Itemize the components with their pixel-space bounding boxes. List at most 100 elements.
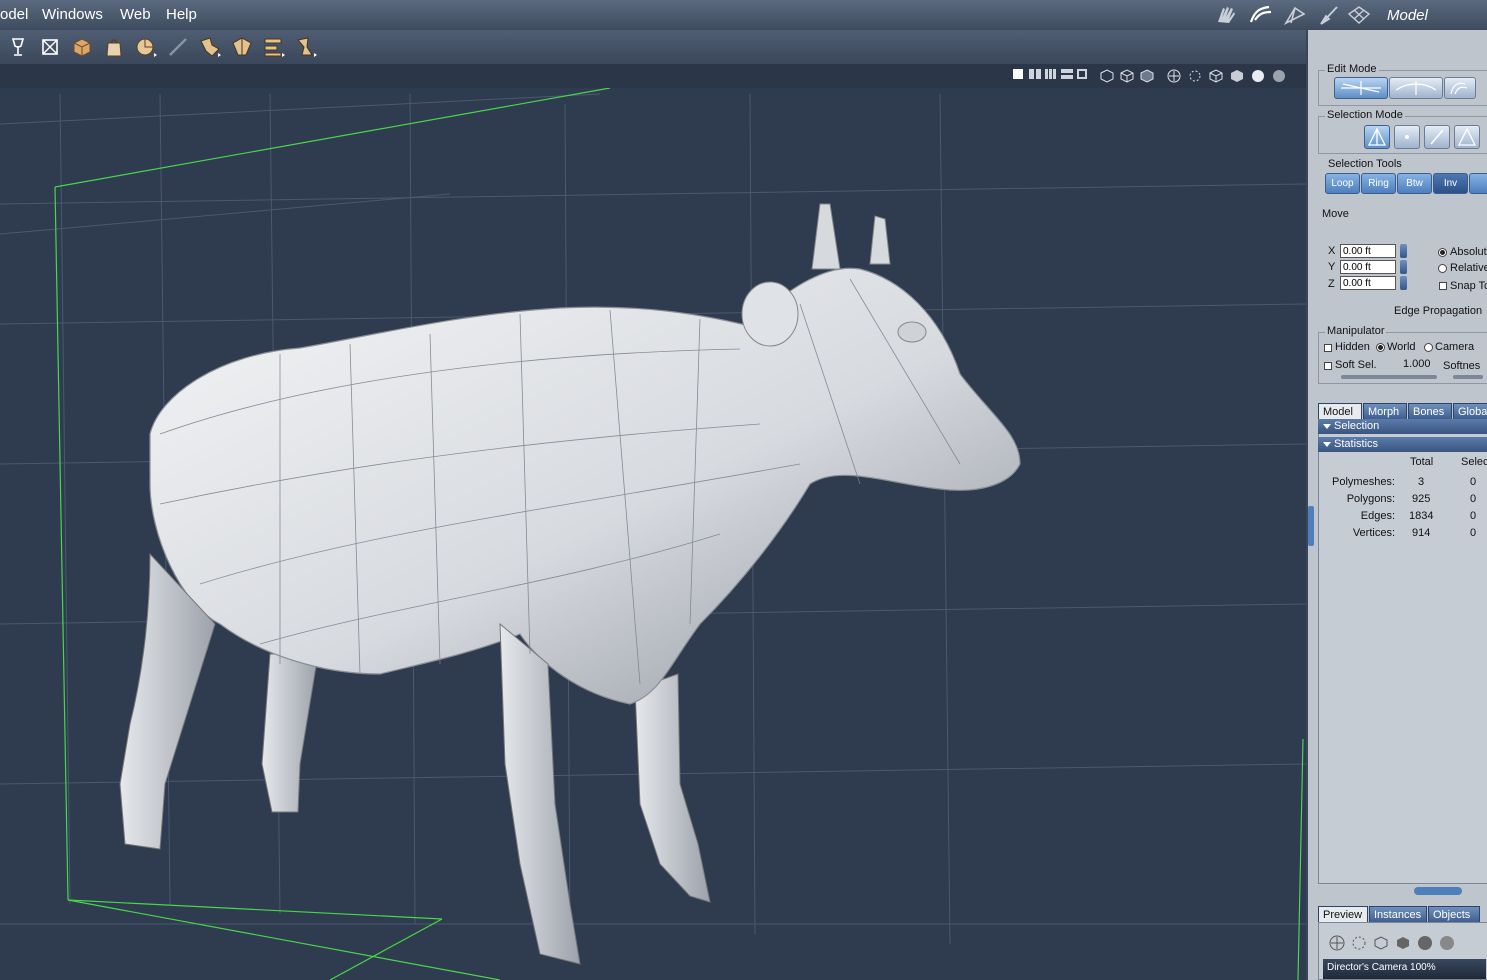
- loop-button[interactable]: Loop: [1325, 173, 1360, 194]
- stats-header-total: Total: [1410, 456, 1434, 468]
- collapse-triangle-icon: [1323, 442, 1331, 447]
- select-object-button[interactable]: [1364, 125, 1390, 149]
- hand-icon[interactable]: [1215, 4, 1239, 26]
- cube-icon[interactable]: [70, 35, 94, 59]
- tab-objects[interactable]: Objects: [1428, 906, 1480, 922]
- align-tool-icon[interactable]: [262, 35, 286, 59]
- y-spinner[interactable]: [1400, 260, 1407, 274]
- material-room-icon[interactable]: [1347, 4, 1371, 26]
- preview-flat-icon[interactable]: [1395, 935, 1411, 951]
- z-spinner[interactable]: [1400, 276, 1407, 290]
- layout-custom-icon[interactable]: [1077, 69, 1087, 79]
- soft-sel-slider[interactable]: [1341, 375, 1437, 379]
- tab-morph[interactable]: Morph: [1363, 403, 1407, 419]
- stats-header-selected: Selecte: [1461, 456, 1487, 468]
- camera-orbit-icon[interactable]: [1167, 69, 1181, 83]
- ring-button[interactable]: Ring: [1361, 173, 1396, 194]
- viewport-scene[interactable]: [0, 64, 1306, 980]
- stats-label-edges: Edges:: [1360, 510, 1395, 522]
- preview-orbit-icon[interactable]: [1329, 935, 1345, 951]
- x-label: X: [1328, 245, 1336, 257]
- select-face-button[interactable]: [1454, 125, 1480, 149]
- textured-shaded-icon[interactable]: [1272, 69, 1286, 83]
- magnet-icon: [1395, 81, 1437, 95]
- world-radio[interactable]: [1376, 343, 1385, 352]
- preview-smooth-icon[interactable]: [1417, 935, 1433, 951]
- preview-wireframe-icon[interactable]: [1373, 935, 1389, 951]
- goblet-icon[interactable]: [6, 35, 30, 59]
- preview-textured-icon[interactable]: [1439, 935, 1455, 951]
- cube-view-icon-3[interactable]: [1140, 69, 1154, 83]
- menu-web[interactable]: Web: [120, 6, 151, 23]
- y-field[interactable]: 0.00 ft: [1340, 260, 1396, 274]
- tab-model[interactable]: Model: [1318, 403, 1362, 419]
- menu-windows[interactable]: Windows: [42, 6, 103, 23]
- bag-icon[interactable]: [102, 35, 126, 59]
- cube-view-icon-2[interactable]: [1120, 69, 1134, 83]
- bottom-tabs: Preview Instances Objects: [1318, 906, 1487, 922]
- layout-triple-icon[interactable]: [1045, 69, 1057, 79]
- absolute-radio[interactable]: [1438, 248, 1447, 257]
- layout-split-icon[interactable]: [1029, 69, 1041, 79]
- properties-panel: Edit Mode Selection Mode Selection Tools…: [1306, 30, 1487, 980]
- stats-label-polygons: Polygons:: [1346, 493, 1395, 505]
- extrude-tool-icon[interactable]: [294, 35, 318, 59]
- menu-model[interactable]: odel: [0, 6, 28, 23]
- layout-single-icon[interactable]: [1013, 69, 1023, 79]
- figure-room-icon[interactable]: [1249, 4, 1273, 26]
- morph-tool-icon[interactable]: [198, 35, 222, 59]
- 3d-viewport[interactable]: [0, 64, 1306, 980]
- wireframe-display-icon[interactable]: [1209, 69, 1223, 83]
- x-field[interactable]: 0.00 ft: [1340, 244, 1396, 258]
- edit-mode-sculpt-button[interactable]: [1444, 77, 1476, 99]
- edit-mode-move-button[interactable]: [1334, 77, 1388, 99]
- preview-thumbnail[interactable]: Director's Camera 100%: [1323, 959, 1486, 979]
- invert-button[interactable]: Inv: [1433, 173, 1468, 194]
- select-vertex-button[interactable]: [1394, 125, 1420, 149]
- tab-instances[interactable]: Instances: [1369, 906, 1427, 922]
- selection-tools-title: Selection Tools: [1328, 158, 1402, 170]
- between-button[interactable]: Btw: [1397, 173, 1432, 194]
- hidden-checkbox[interactable]: [1324, 344, 1332, 352]
- edge-propagation-label: Edge Propagation: [1394, 305, 1483, 317]
- x-spinner[interactable]: [1400, 244, 1407, 258]
- smooth-shaded-icon[interactable]: [1251, 69, 1265, 83]
- y-label: Y: [1328, 261, 1336, 273]
- preview-vertex-icon[interactable]: [1351, 935, 1367, 951]
- soft-sel-checkbox[interactable]: [1324, 362, 1332, 370]
- statistics-section-header[interactable]: Statistics: [1318, 437, 1487, 452]
- fold-tool-icon[interactable]: [230, 35, 254, 59]
- sphere-tool-icon[interactable]: [134, 35, 158, 59]
- edit-mode-magnet-button[interactable]: [1389, 77, 1443, 99]
- edit-mode-title: Edit Mode: [1325, 63, 1379, 75]
- tab-preview[interactable]: Preview: [1318, 906, 1368, 922]
- flat-shaded-icon[interactable]: [1230, 69, 1244, 83]
- pose-room-icon[interactable]: [1283, 4, 1307, 26]
- vertex-display-icon[interactable]: [1188, 69, 1202, 83]
- softness-slider[interactable]: [1453, 375, 1483, 379]
- face-select-icon: [1457, 127, 1477, 146]
- camera-radio[interactable]: [1424, 343, 1433, 352]
- select-edge-button[interactable]: [1424, 125, 1450, 149]
- stats-total-edges: 1834: [1409, 510, 1434, 522]
- cube-view-icon-1[interactable]: [1100, 69, 1114, 83]
- layout-quad-icon[interactable]: [1061, 69, 1073, 79]
- snap-checkbox[interactable]: [1439, 282, 1447, 290]
- more-selection-button[interactable]: [1469, 173, 1487, 194]
- menu-help[interactable]: Help: [166, 6, 197, 23]
- collapse-triangle-icon: [1323, 424, 1331, 429]
- edit-mode-group: Edit Mode: [1318, 63, 1487, 106]
- tab-global[interactable]: Global: [1453, 403, 1487, 419]
- stats-total-polygons: 925: [1412, 493, 1431, 505]
- relative-radio[interactable]: [1438, 264, 1447, 273]
- panel-splitter-handle[interactable]: [1308, 506, 1314, 546]
- panel-resize-handle[interactable]: [1414, 887, 1462, 895]
- tab-bones[interactable]: Bones: [1408, 403, 1452, 419]
- brush-room-icon[interactable]: [1317, 4, 1341, 26]
- box-x-icon[interactable]: [38, 35, 62, 59]
- relative-label: Relative: [1450, 262, 1487, 274]
- selection-section-header[interactable]: Selection: [1318, 419, 1487, 434]
- cow-model[interactable]: [119, 203, 1021, 965]
- z-field[interactable]: 0.00 ft: [1340, 276, 1396, 290]
- knife-icon[interactable]: [166, 35, 190, 59]
